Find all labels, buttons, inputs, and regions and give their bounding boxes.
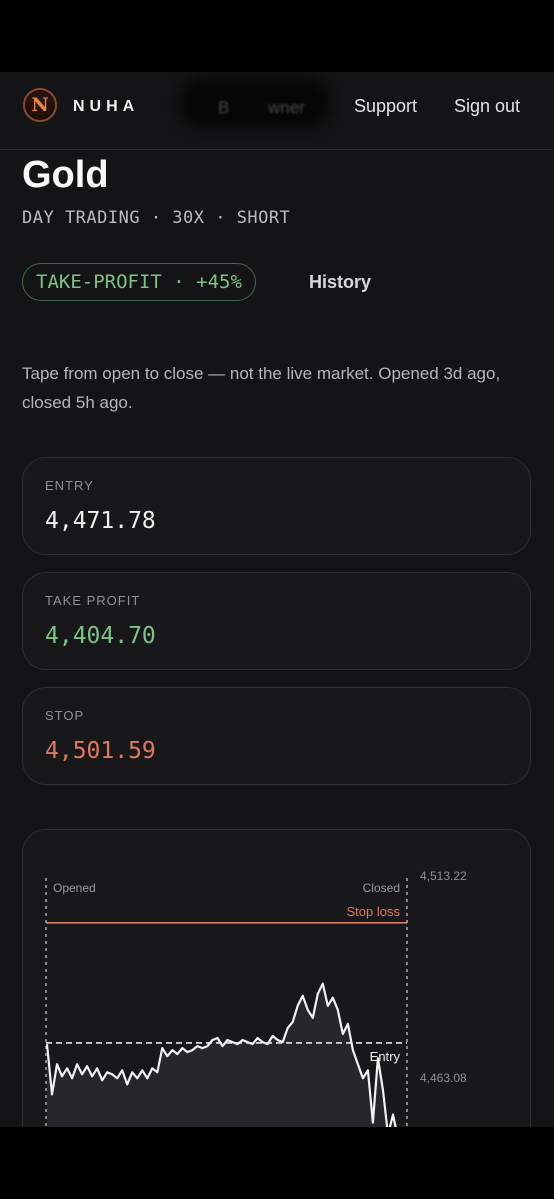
page-title: Gold bbox=[22, 154, 109, 196]
opened-marker-label: Opened bbox=[53, 881, 96, 895]
entry-value: 4,471.78 bbox=[45, 508, 156, 534]
stop-label: STOP bbox=[45, 708, 85, 723]
entry-label: ENTRY bbox=[45, 478, 94, 493]
y-tick-label-bottom: 4,463.08 bbox=[420, 1071, 467, 1085]
price-chart-card: Opened Closed Stop loss Entry 4,513.22 4,463.… bbox=[22, 829, 531, 1127]
price-chart: Opened Closed Stop loss Entry 4,513.22 4,463.… bbox=[45, 869, 467, 1127]
take-profit-value: 4,404.70 bbox=[45, 623, 156, 649]
take-profit-label: TAKE PROFIT bbox=[45, 593, 141, 608]
stop-loss-label: Stop loss bbox=[347, 904, 401, 919]
support-link[interactable]: Support bbox=[354, 96, 417, 117]
trade-subtitle: DAY TRADING · 30X · SHORT bbox=[22, 208, 291, 228]
blurred-nav-link-left[interactable]: B bbox=[218, 98, 229, 118]
closed-marker-label: Closed bbox=[363, 881, 400, 895]
brand-name[interactable]: NUHA bbox=[73, 98, 139, 116]
trade-description: Tape from open to close — not the live m… bbox=[22, 364, 501, 412]
outcome-badge: TAKE-PROFIT · +45% bbox=[22, 263, 256, 301]
entry-line-label: Entry bbox=[370, 1049, 401, 1064]
sign-out-link[interactable]: Sign out bbox=[454, 96, 520, 117]
blurred-nav-link-right[interactable]: wner bbox=[268, 98, 305, 118]
nuha-logo-icon[interactable]: N bbox=[23, 88, 57, 122]
stop-card: STOP 4,501.59 bbox=[22, 687, 531, 785]
y-tick-label-top: 4,513.22 bbox=[420, 869, 467, 883]
app-screen: N NUHA B wner Support Sign out Gold DAY … bbox=[0, 72, 554, 1127]
history-link[interactable]: History bbox=[309, 272, 371, 293]
blurred-nav-region bbox=[180, 78, 330, 128]
price-area-fill bbox=[47, 983, 396, 1127]
logo-letter: N bbox=[31, 94, 49, 116]
entry-card: ENTRY 4,471.78 bbox=[22, 457, 531, 555]
bottom-system-bar bbox=[0, 1127, 554, 1199]
stop-value: 4,501.59 bbox=[45, 738, 156, 764]
take-profit-card: TAKE PROFIT 4,404.70 bbox=[22, 572, 531, 670]
top-navigation: N NUHA B wner Support Sign out bbox=[0, 72, 554, 150]
